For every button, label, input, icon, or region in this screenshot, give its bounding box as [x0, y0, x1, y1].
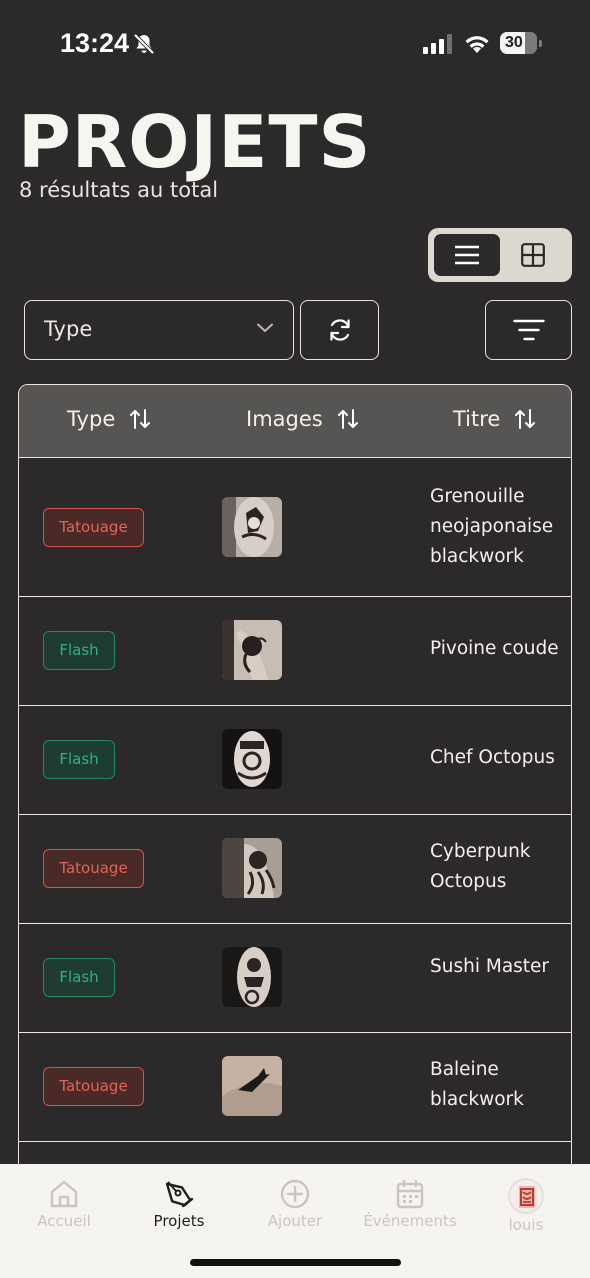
project-thumbnail	[222, 497, 282, 557]
plus-circle-icon	[280, 1179, 310, 1209]
table-row[interactable]: Flash Chef Octopus	[19, 706, 571, 815]
status-bar: 13:24 30	[0, 0, 590, 90]
project-thumbnail	[222, 838, 282, 898]
project-title: Sushi Master	[430, 956, 550, 977]
column-header-titre[interactable]: Titre	[453, 407, 536, 431]
type-select[interactable]: Type	[24, 300, 294, 360]
project-title: Pivoine coude	[430, 638, 559, 659]
table-header: Type Images Titre	[19, 385, 571, 458]
table-row[interactable]: Flash Sushi Master	[19, 924, 571, 1033]
project-title: Chef Octopus	[430, 747, 555, 768]
results-count: 8 résultats au total	[19, 178, 219, 202]
column-header-type[interactable]: Type	[67, 407, 151, 431]
type-badge: Flash	[43, 740, 115, 779]
project-title: Cyberpunk Octopus	[430, 841, 531, 892]
type-badge: Tatouage	[43, 508, 144, 547]
projects-table: Type Images Titre Tatouage Grenouille ne…	[18, 384, 572, 1184]
refresh-icon	[329, 319, 350, 341]
avatar	[508, 1178, 544, 1214]
grid-view-button[interactable]	[500, 234, 566, 276]
filter-button[interactable]	[485, 300, 572, 360]
calendar-icon	[396, 1179, 424, 1209]
battery-icon: 30	[500, 32, 542, 54]
table-row[interactable]: Tatouage Baleine blackwork	[19, 1033, 571, 1142]
list-icon	[455, 245, 479, 265]
sort-icon	[130, 409, 151, 429]
refresh-button[interactable]	[300, 300, 379, 360]
grid-icon	[521, 243, 545, 267]
type-badge: Tatouage	[43, 1067, 144, 1106]
pen-nib-icon	[165, 1181, 194, 1208]
column-header-images[interactable]: Images	[246, 407, 359, 431]
type-badge: Flash	[43, 958, 115, 997]
tab-profile[interactable]: louis	[467, 1178, 585, 1234]
type-badge: Tatouage	[43, 849, 144, 888]
project-thumbnail	[222, 729, 282, 789]
tab-ajouter[interactable]: Ajouter	[236, 1178, 354, 1230]
battery-level: 30	[505, 34, 523, 51]
sort-icon	[515, 409, 536, 429]
filter-icon	[512, 319, 545, 341]
table-row[interactable]: Flash Pivoine coude	[19, 597, 571, 706]
project-thumbnail	[222, 947, 282, 1007]
bell-off-icon	[133, 33, 155, 55]
project-thumbnail	[222, 1056, 282, 1116]
tab-label: louis	[508, 1216, 544, 1234]
status-time: 13:24	[60, 28, 130, 58]
tab-accueil[interactable]: Accueil	[5, 1178, 123, 1230]
tab-evenements[interactable]: Événements	[351, 1178, 469, 1230]
tab-projets[interactable]: Projets	[120, 1178, 238, 1230]
tab-label: Ajouter	[267, 1212, 323, 1230]
tab-label: Événements	[363, 1212, 457, 1230]
chevron-down-icon	[257, 323, 273, 332]
project-title: Grenouille neojaponaise blackwork	[430, 486, 554, 567]
tab-label: Accueil	[37, 1212, 91, 1230]
page-title: PROJETS	[18, 100, 372, 184]
view-toggle	[428, 228, 572, 282]
table-row[interactable]: Tatouage Cyberpunk Octopus	[19, 815, 571, 924]
project-thumbnail	[222, 620, 282, 680]
signal-icon	[423, 34, 452, 54]
list-view-button[interactable]	[434, 234, 500, 276]
sort-icon	[337, 409, 358, 429]
type-badge: Flash	[43, 631, 115, 670]
wifi-icon	[465, 36, 489, 53]
project-title: Baleine blackwork	[430, 1059, 524, 1110]
type-select-label: Type	[44, 317, 93, 341]
table-row[interactable]: Tatouage Grenouille neojaponaise blackwo…	[19, 458, 571, 597]
home-indicator	[190, 1259, 401, 1266]
home-icon	[50, 1180, 78, 1208]
tab-label: Projets	[153, 1212, 205, 1230]
